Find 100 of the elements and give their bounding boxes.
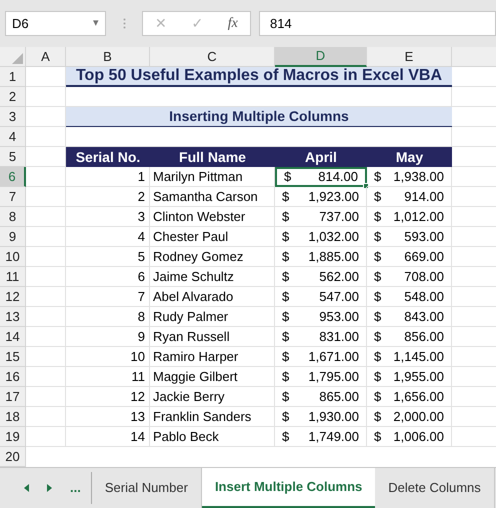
column-header[interactable]: D [275,47,367,67]
amount-text: 708.00 [404,268,444,286]
currency-symbol: $ [374,368,382,386]
amount-text: 856.00 [404,328,444,346]
row-header[interactable]: 18 [0,407,26,427]
currency-symbol: $ [374,248,382,266]
row-header[interactable]: 19 [0,427,26,447]
column-header[interactable]: A [26,47,66,67]
row-header[interactable]: 14 [0,327,26,347]
currency-symbol: $ [374,428,382,446]
dropdown-arrow[interactable]: ▾ [93,15,99,32]
currency-symbol: $ [282,188,290,206]
currency-symbol: $ [374,348,382,366]
amount-text: 1,955.00 [393,368,444,386]
amount-text: 547.00 [319,288,359,306]
table-cell: Franklin Sanders [150,407,275,427]
row-header[interactable]: 16 [0,367,26,387]
table-cell: 1 [66,167,150,187]
currency-symbol: $ [374,188,382,206]
table-cell: Samantha Carson [150,187,275,207]
table-cell: 6 [66,267,150,287]
column-heading: Full Name [178,148,247,166]
amount-text: 914.00 [404,188,444,206]
row-header[interactable]: 13 [0,307,26,327]
row-header[interactable]: 7 [0,187,26,207]
column-heading: Serial No. [74,148,142,166]
currency-symbol: $ [374,168,382,186]
currency-symbol: $ [282,328,290,346]
amount-text: 737.00 [319,208,359,226]
column-heading: May [394,148,424,167]
currency-symbol: $ [282,288,290,306]
currency-symbol: $ [374,228,382,246]
currency-symbol: $ [282,428,290,446]
column-heading: April [304,148,338,167]
currency-symbol: $ [282,368,290,386]
currency-symbol: $ [374,408,382,426]
row-header[interactable]: 17 [0,387,26,407]
amount-text: 1,656.00 [393,388,444,406]
amount-text: 865.00 [319,388,359,406]
amount-text: 1,885.00 [308,248,359,266]
amount-text: 2,000.00 [393,408,444,426]
currency-symbol: $ [284,168,292,186]
amount-text: 1,006.00 [393,428,444,446]
table-cell: 11 [66,367,150,387]
row-header[interactable]: 4 [0,127,26,147]
currency-symbol: $ [374,388,382,406]
amount-text: 953.00 [319,308,359,326]
table-cell: 8 [66,307,150,327]
table-cell: Jaime Schultz [150,267,275,287]
amount-text: 1,145.00 [393,348,444,366]
grip-icon [122,18,126,29]
previous-sheet-icon[interactable] [24,484,29,492]
table-cell: Marilyn Pittman [150,167,275,187]
currency-symbol: $ [374,288,382,306]
currency-symbol: $ [374,268,382,286]
row-header[interactable]: 1 [0,67,26,87]
table-cell: 9 [66,327,150,347]
formula-field[interactable]: 814 [259,11,496,36]
row-header[interactable]: 9 [0,227,26,247]
row-header[interactable]: 2 [0,87,26,107]
next-sheet-icon[interactable] [47,484,52,492]
row-header[interactable]: 5 [0,147,26,167]
table-cell: Chester Paul [150,227,275,247]
amount-text: 562.00 [319,268,359,286]
row-header[interactable]: 3 [0,107,26,127]
amount-text: 843.00 [404,308,444,326]
name-box[interactable]: D6 ▾ [5,11,106,36]
amount-text: 1,012.00 [393,208,444,226]
row-header[interactable]: 6 [0,167,26,187]
section-heading: Inserting Multiple Columns [66,107,452,127]
amount-text: 1,930.00 [308,408,359,426]
row-header[interactable]: 11 [0,267,26,287]
amount-text: 831.00 [319,328,359,346]
amount-text: 1,923.00 [308,188,359,206]
cell-reference: D6 [12,14,29,33]
table-cell: Clinton Webster [150,207,275,227]
currency-symbol: $ [282,308,290,326]
currency-symbol: $ [282,388,290,406]
table-cell: 2 [66,187,150,207]
amount-text: 669.00 [404,248,444,266]
currency-symbol: $ [282,348,290,366]
currency-symbol: $ [374,328,382,346]
sheet-title: Top 50 Useful Examples of Macros in Excel VBA [66,67,452,87]
sheet-tab[interactable]: Insert Multiple Columns [202,468,376,508]
row-header[interactable]: 8 [0,207,26,227]
table-cell: Pablo Beck [150,427,275,447]
table-cell: 14 [66,427,150,447]
table-cell: 13 [66,407,150,427]
row-header[interactable]: 12 [0,287,26,307]
table-cell: 10 [66,347,150,367]
currency-symbol: $ [282,268,290,286]
amount-text: 1,032.00 [308,228,359,246]
row-header[interactable]: 10 [0,247,26,267]
more-sheets-button[interactable]: ... [70,478,81,498]
table-cell: 7 [66,287,150,307]
table-cell: Rudy Palmer [150,307,275,327]
row-header[interactable]: 20 [0,447,26,467]
row-header[interactable]: 15 [0,347,26,367]
insert-function-button[interactable]: fx [228,13,238,34]
sheet-tab[interactable]: Delete Columns [375,468,495,508]
